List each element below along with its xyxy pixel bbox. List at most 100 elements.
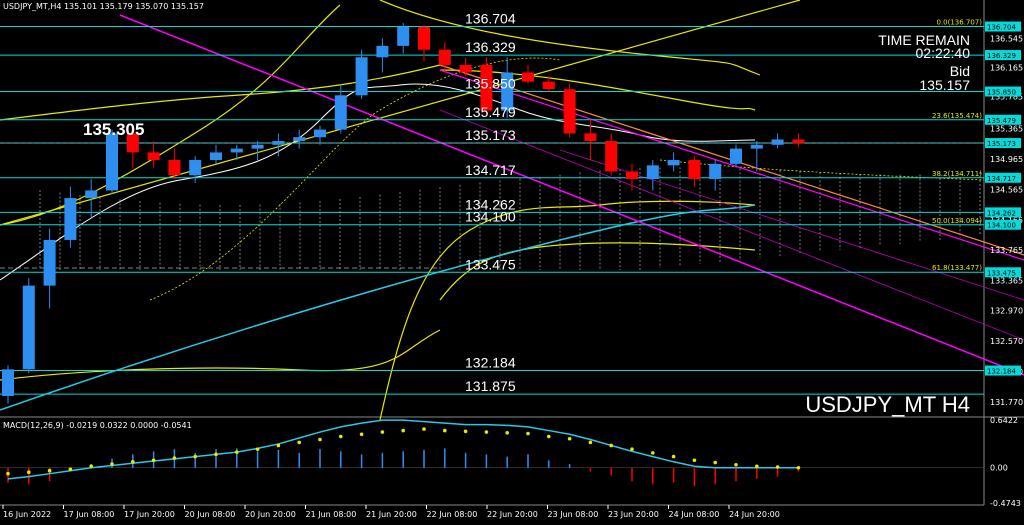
candle-body — [355, 57, 368, 96]
macd-signal-dot — [775, 465, 780, 469]
candle-body — [522, 72, 534, 82]
price-axis-label: 133.765 — [990, 246, 1023, 255]
candle-body — [667, 160, 680, 166]
level-label: 136.704 — [465, 11, 516, 27]
level-label: 134.717 — [465, 162, 516, 178]
highlight-price-label: 135.305 — [83, 120, 144, 139]
candle-body — [147, 152, 160, 161]
fib-label: 23.6(135.474) — [932, 112, 982, 120]
slow-moving-average — [0, 204, 756, 411]
price-axis-label: 136.165 — [990, 64, 1023, 73]
macd-signal-dot — [630, 447, 634, 451]
macd-signal-dot — [380, 430, 385, 434]
chart-window: 136.704 136.329 135.850 135.479 135.173 134.7… — [0, 0, 1024, 525]
price-tag-label: 134.262 — [987, 209, 1016, 217]
macd-signal-dot — [255, 447, 260, 451]
chart-canvas: 136.704 136.329 135.850 135.479 135.173 134.7… — [0, 0, 1024, 519]
macd-signal-dot — [151, 458, 156, 463]
candle-body — [792, 139, 805, 144]
price-tag-label: 134.717 — [987, 175, 1016, 183]
time-axis-label: 24 Jun 20:00 — [729, 510, 780, 519]
macd-signal-dot — [401, 428, 406, 433]
macd-signal-dot — [359, 432, 364, 437]
time-axis-label: 17 Jun 20:00 — [124, 510, 175, 519]
candle-body — [584, 133, 597, 141]
candle-body — [397, 26, 410, 46]
macd-signal-dot — [463, 429, 468, 434]
candle-body — [2, 369, 14, 396]
envelope-line — [0, 4, 341, 226]
channel-line-upper — [119, 14, 1024, 376]
macd-signal-dot — [110, 462, 114, 466]
level-label: 133.475 — [465, 256, 516, 272]
envelope-line — [379, 0, 761, 76]
level-label: 135.850 — [465, 76, 516, 92]
level-label: 135.173 — [465, 127, 516, 143]
macd-signal-dot — [68, 467, 73, 472]
candle-body — [22, 285, 35, 370]
candle-body — [251, 144, 264, 149]
macd-signal-dot — [443, 428, 447, 433]
candle-body — [230, 148, 243, 153]
time-axis-label: 20 Jun 08:00 — [185, 510, 236, 519]
price-axis-label: 135.365 — [990, 124, 1023, 133]
candle-body — [418, 26, 430, 50]
macd-axis-label: 0.00 — [990, 464, 1008, 473]
time-axis-label: 17 Jun 08:00 — [64, 510, 115, 519]
macd-signal-dot — [609, 443, 613, 448]
time-axis-label: 16 Jun 2022 — [3, 510, 51, 519]
macd-signal-dot — [131, 459, 135, 464]
candle-body — [626, 171, 638, 180]
price-tag-label: 135.479 — [987, 117, 1016, 125]
price-tag-label: 136.704 — [987, 24, 1016, 32]
macd-signal-dot — [755, 464, 759, 469]
price-tag-label: 133.475 — [987, 269, 1016, 277]
level-label: 136.329 — [465, 39, 516, 55]
macd-signal-dot — [193, 454, 197, 459]
time-axis-label: 22 Jun 20:00 — [487, 510, 538, 519]
price-tag-label: 135.850 — [987, 89, 1016, 97]
envelope-line — [379, 200, 756, 421]
candle-body — [189, 160, 202, 176]
macd-signal-dot — [339, 434, 343, 439]
candle-body — [646, 165, 659, 180]
macd-signal-dot — [318, 437, 322, 442]
fib-label: 38.2(134.711) — [932, 170, 982, 178]
candle-body — [709, 163, 722, 180]
macd-signal-dot — [47, 468, 52, 473]
macd-signal-dot — [671, 454, 676, 459]
candle-body — [210, 152, 222, 161]
price-tag-label: 136.329 — [987, 52, 1016, 60]
price-tag-label: 135.173 — [987, 140, 1016, 148]
candle-body — [168, 160, 181, 176]
macd-axis-label: 0.6422 — [990, 416, 1018, 425]
macd-signal-dot — [588, 440, 593, 445]
macd-signal-dot — [297, 440, 302, 445]
macd-signal-dot — [422, 427, 426, 431]
candle-body — [605, 141, 618, 172]
price-axis-label: 131.770 — [990, 398, 1023, 407]
candle-body — [314, 129, 326, 138]
candle-body — [730, 148, 742, 164]
time-axis-label: 23 Jun 20:00 — [608, 510, 659, 519]
candle-body — [106, 133, 118, 191]
macd-signal-dot — [526, 431, 530, 436]
time-axis-label: 21 Jun 08:00 — [306, 510, 357, 519]
time-axis-label: 20 Jun 20:00 — [245, 510, 296, 519]
candle-body — [563, 89, 576, 134]
level-label: 134.100 — [465, 209, 516, 225]
envelope-line — [0, 64, 441, 121]
price-tag-label: 132.184 — [987, 368, 1016, 376]
macd-signal-dot — [651, 451, 655, 455]
macd-signal-dot — [172, 456, 177, 460]
level-label: 135.479 — [465, 104, 516, 120]
candle-body — [85, 190, 98, 199]
candle-body — [376, 45, 389, 58]
macd-axis-label: -0.4743 — [990, 499, 1021, 508]
macd-signal-dot — [27, 470, 31, 475]
fib-label: 0.0(136.707) — [936, 19, 982, 27]
candle-body — [43, 239, 56, 286]
channel-line-mid — [439, 69, 1024, 261]
candle-body — [542, 81, 555, 90]
time-axis-label: 22 Jun 08:00 — [427, 510, 478, 519]
